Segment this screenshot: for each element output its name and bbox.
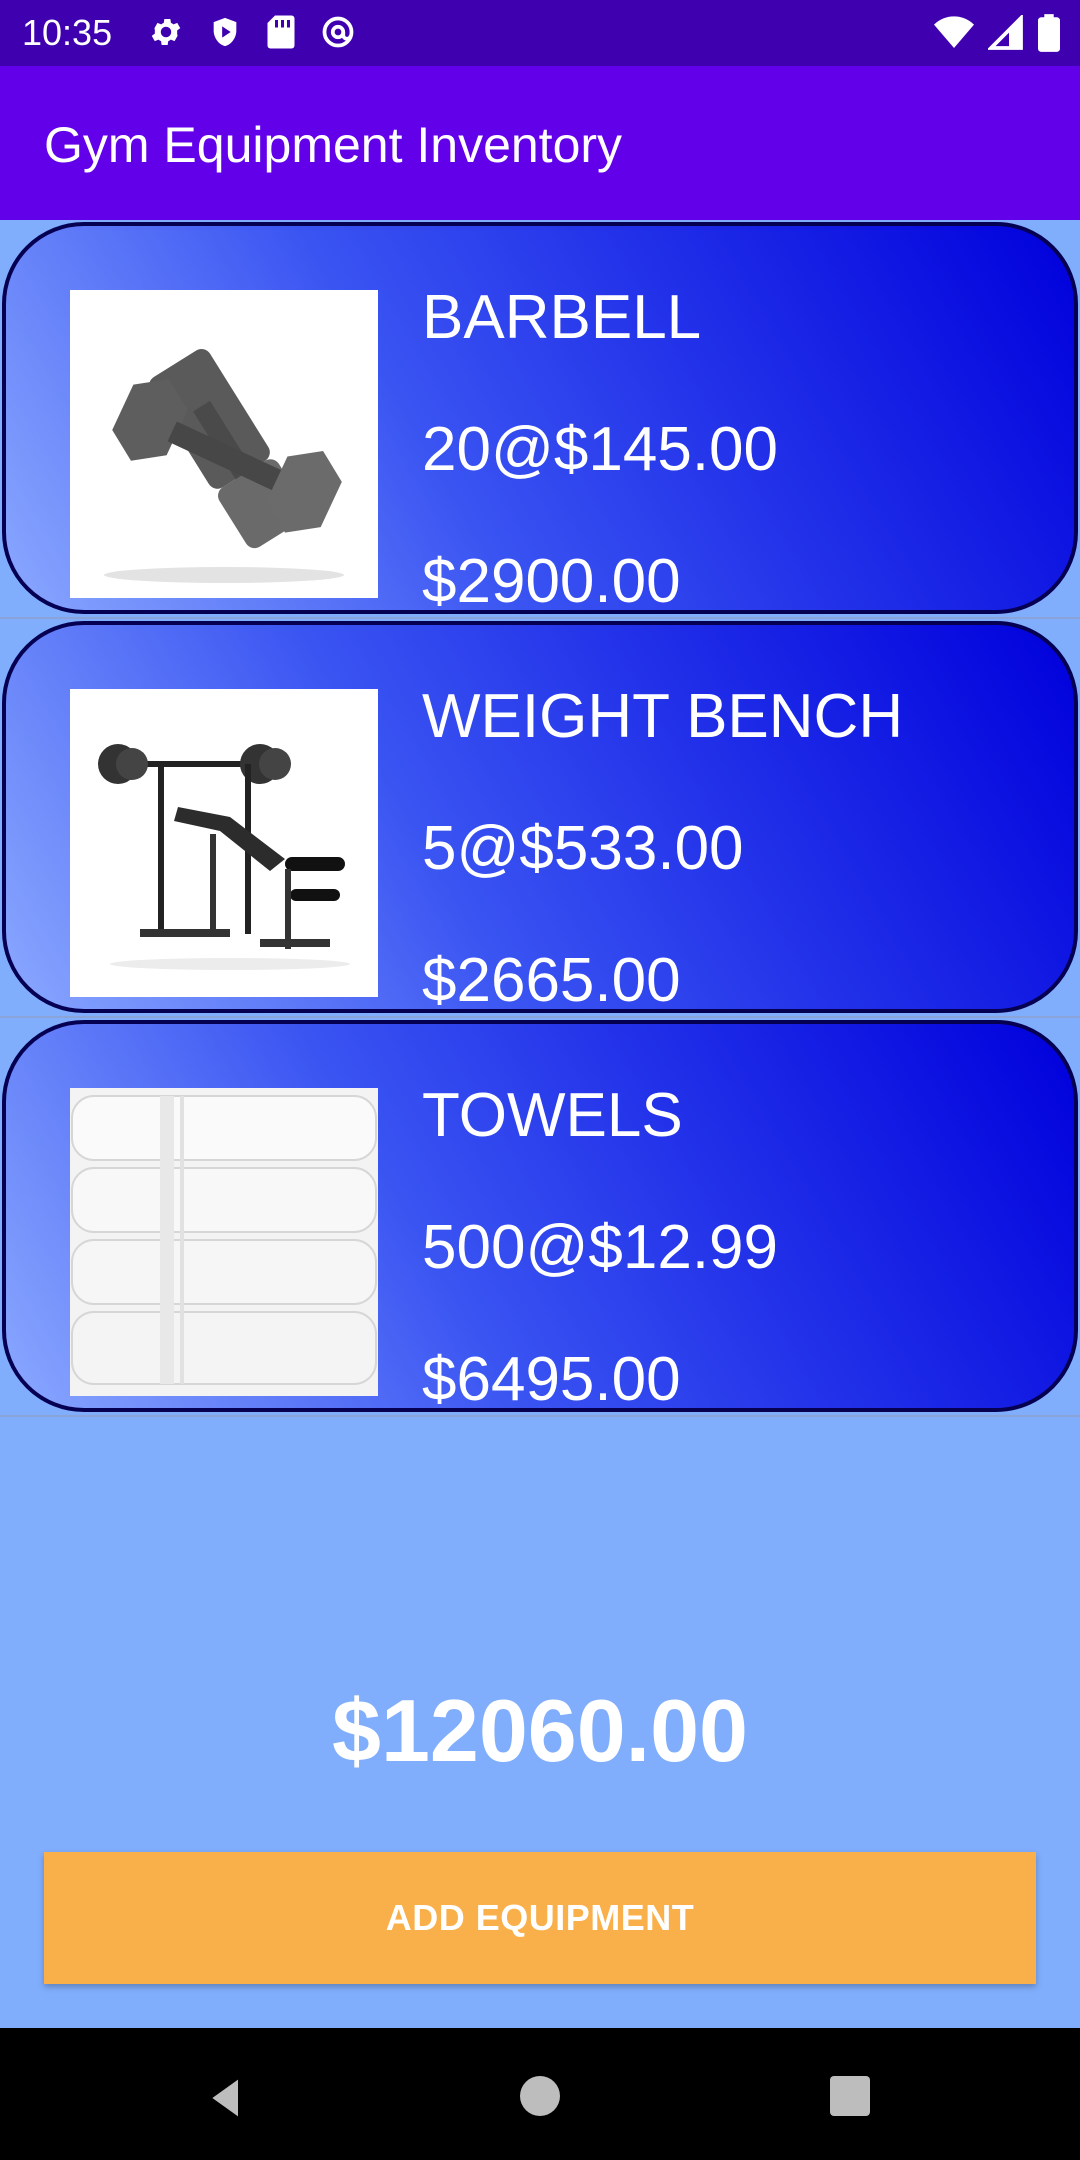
home-icon[interactable] <box>520 2076 560 2116</box>
item-name: TOWELS <box>422 1081 683 1150</box>
play-protect-icon <box>208 14 242 54</box>
list-item[interactable]: TOWELS 500@$12.99 $6495.00 <box>0 1018 1080 1417</box>
equipment-list[interactable]: BARBELL 20@$145.00 $2900.00 WEIGHT BENCH… <box>0 220 1080 1417</box>
status-icons-right <box>934 13 1060 56</box>
status-time: 10:35 <box>22 12 113 53</box>
item-quantity-price: 5@$533.00 <box>422 814 744 883</box>
app-bar: Gym Equipment Inventory <box>0 66 1080 220</box>
towels-image <box>70 1088 378 1396</box>
add-equipment-button[interactable]: ADD EQUIPMENT <box>44 1852 1036 1984</box>
dumbbells-image <box>70 290 378 598</box>
equipment-card[interactable]: TOWELS 500@$12.99 $6495.00 <box>2 1020 1078 1412</box>
list-item[interactable]: WEIGHT BENCH 5@$533.00 $2665.00 <box>0 619 1080 1018</box>
status-icons-left <box>148 14 356 54</box>
item-name: WEIGHT BENCH <box>422 682 904 751</box>
item-name: BARBELL <box>422 283 702 352</box>
grand-total: $12060.00 <box>332 1681 748 1780</box>
item-quantity-price: 500@$12.99 <box>422 1213 779 1282</box>
navigation-bar <box>0 2028 1080 2160</box>
weight-bench-image <box>70 689 378 997</box>
sd-card-icon <box>266 14 296 54</box>
at-sign-icon <box>320 14 356 54</box>
item-total: $2900.00 <box>422 547 681 614</box>
app-title: Gym Equipment Inventory <box>44 117 623 173</box>
equipment-card[interactable]: WEIGHT BENCH 5@$533.00 $2665.00 <box>2 621 1078 1013</box>
item-total: $2665.00 <box>422 946 681 1013</box>
list-item[interactable]: BARBELL 20@$145.00 $2900.00 <box>0 220 1080 619</box>
equipment-card[interactable]: BARBELL 20@$145.00 $2900.00 <box>2 222 1078 614</box>
recents-icon[interactable] <box>830 2076 870 2116</box>
signal-icon <box>986 13 1024 55</box>
battery-icon <box>1038 14 1060 56</box>
back-icon[interactable] <box>205 2076 249 2124</box>
wifi-icon <box>934 15 974 55</box>
status-bar: 10:35 <box>0 0 1080 66</box>
item-quantity-price: 20@$145.00 <box>422 415 779 484</box>
item-total: $6495.00 <box>422 1345 681 1412</box>
gear-icon <box>148 14 184 54</box>
